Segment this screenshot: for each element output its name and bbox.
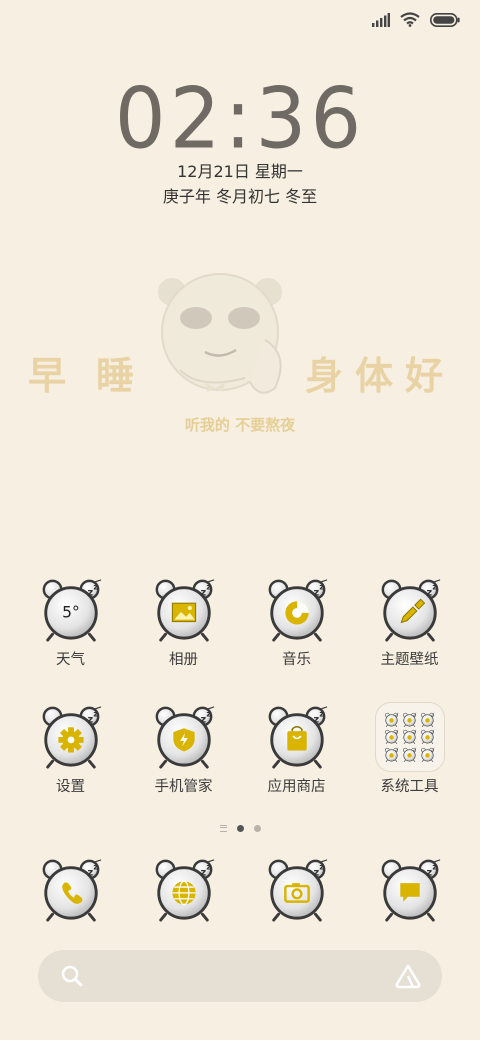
clock-time: 02:36 <box>114 69 366 168</box>
weather-icon: 5° <box>41 578 103 642</box>
folder-mini-icon <box>420 729 435 745</box>
search-bar[interactable] <box>38 950 442 1002</box>
folder-mini-icon <box>384 729 399 745</box>
app-label: 手机管家 <box>154 779 213 795</box>
app-folder-system-tools[interactable]: 系统工具 <box>353 702 466 813</box>
weather-temp-badge: 5° <box>62 604 80 622</box>
app-label: 主题壁纸 <box>380 652 439 668</box>
folder-mini-icon <box>384 712 399 727</box>
camera-icon <box>267 858 329 922</box>
theme-brush-icon <box>380 578 442 642</box>
lunar-date-text: 庚子年 冬月初七 冬至 <box>162 187 318 206</box>
page-dot[interactable] <box>253 825 261 832</box>
folder-mini-icon <box>402 712 417 727</box>
app-label: 应用商店 <box>267 779 326 795</box>
app-grid-row-2: 设置 手机管家 应用商店 系统工具 <box>0 702 480 813</box>
lockscreen-clock: 02:36 <box>0 69 480 168</box>
app-music[interactable]: 音乐 <box>240 576 353 686</box>
banner-subtitle: 听我的 不要熬夜 <box>184 416 296 434</box>
folder-mini-icon <box>420 712 435 727</box>
signal-icon <box>372 12 390 27</box>
app-gallery[interactable]: 相册 <box>127 576 240 686</box>
app-label: 音乐 <box>282 652 311 668</box>
app-security[interactable]: 手机管家 <box>127 703 240 813</box>
folder-mini-icon <box>402 729 417 745</box>
date-text: 12月21日 星期一 <box>177 162 303 181</box>
music-icon <box>267 578 329 642</box>
message-icon <box>380 858 442 922</box>
folder-icon <box>374 702 445 772</box>
app-label: 设置 <box>56 779 85 795</box>
folder-mini-icon <box>420 747 435 762</box>
security-shield-icon <box>154 705 216 769</box>
app-grid-row-1: 5° 天气 相册 音乐 主题壁纸 <box>0 576 480 686</box>
status-bar <box>0 0 480 42</box>
page-indicator[interactable] <box>0 825 480 832</box>
assistant-icon[interactable] <box>394 962 422 990</box>
folder-mini-icon <box>402 747 417 762</box>
phone-icon <box>41 858 103 922</box>
app-theme[interactable]: 主题壁纸 <box>353 576 466 686</box>
browser-globe-icon <box>154 858 216 922</box>
app-store-icon <box>267 705 329 769</box>
app-weather[interactable]: 5° 天气 <box>14 576 127 686</box>
banner-right-text: 身体好 <box>305 354 456 398</box>
app-label: 系统工具 <box>380 779 439 795</box>
gear-icon <box>41 705 103 769</box>
app-label: 相册 <box>169 652 198 668</box>
wifi-icon <box>400 12 420 27</box>
banner-left-text: 早睡 <box>28 354 165 398</box>
gallery-icon <box>154 578 216 642</box>
app-label: 天气 <box>56 652 85 668</box>
page-dot-active[interactable] <box>236 825 244 832</box>
app-settings[interactable]: 设置 <box>14 703 127 813</box>
folder-mini-icon <box>384 747 399 762</box>
app-store[interactable]: 应用商店 <box>240 703 353 813</box>
battery-icon <box>430 12 460 27</box>
search-icon[interactable] <box>60 964 84 988</box>
page-indicator-menu[interactable] <box>219 825 227 832</box>
